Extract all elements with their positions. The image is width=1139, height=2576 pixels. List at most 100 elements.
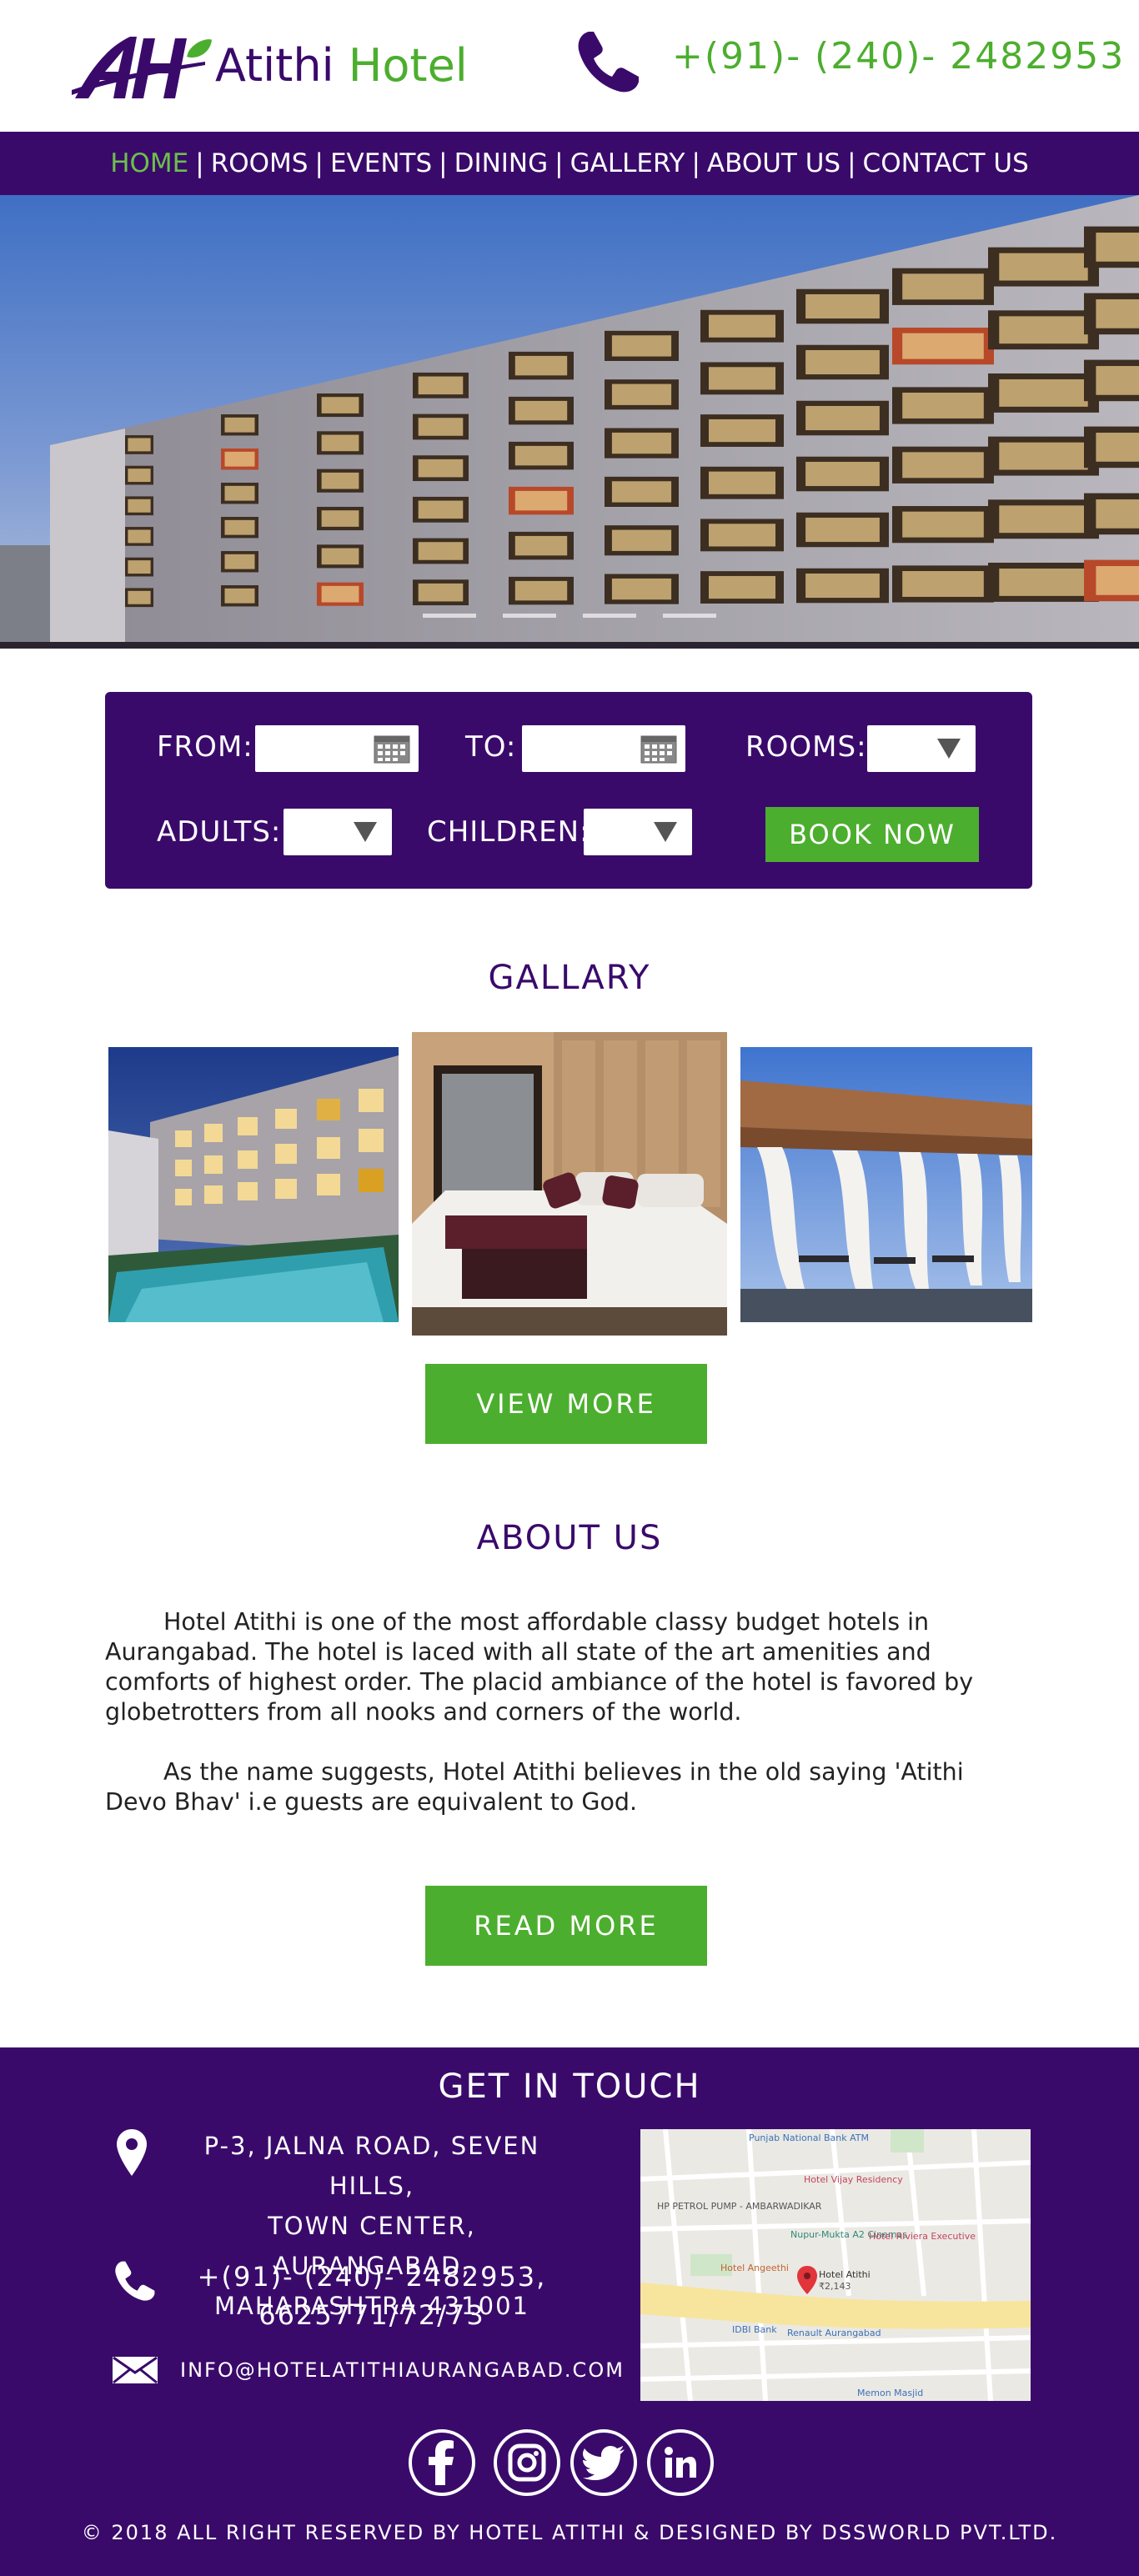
gallery-image-room[interactable] [412,1032,727,1336]
hero-window-light [128,560,151,574]
nav-gallery[interactable]: GALLERY [570,147,685,180]
nav-home[interactable]: HOME [110,147,188,180]
hero-window-light [611,383,672,405]
hero-window-light [224,451,255,467]
hero-window-light [321,585,359,603]
about-paragraph-1: Hotel Atithi is one of the most affordab… [105,1607,1032,1727]
hero-window-light [611,481,672,503]
book-now-button[interactable]: BOOK NOW [765,807,979,862]
to-date-input[interactable] [522,725,685,772]
hero-window-light [805,349,880,375]
linkedin-icon[interactable] [647,2429,714,2496]
hero-window-light [611,578,672,600]
header-phone-number[interactable]: +(91)- (240)- 2482953 [672,33,1125,80]
nav-events[interactable]: EVENTS [330,147,432,180]
map-picture: Punjab National Bank ATM Hotel Vijay Res… [640,2129,1031,2401]
hero-window-light [1096,566,1139,595]
hero-window-light [321,548,359,565]
nav-separator: | [314,148,324,178]
hero-window-light [999,253,1088,281]
hero-window-light [709,575,775,599]
gallery-image-pool[interactable] [108,1047,399,1322]
slider-dot[interactable] [503,614,556,618]
from-date-input[interactable] [255,725,419,772]
map-label-renault: Renault Aurangabad [787,2328,881,2338]
nav-separator: | [847,148,856,178]
location-map[interactable]: Punjab National Bank ATM Hotel Vijay Res… [640,2129,1031,2401]
hero-window-light [1096,433,1139,462]
twitter-icon[interactable] [570,2429,637,2496]
hero-window-light [999,379,1088,407]
mail-icon [113,2356,158,2384]
instagram-icon[interactable] [494,2429,560,2496]
header: Atithi Hotel +(91)- (240)- 2482953 [0,0,1139,132]
adults-select[interactable] [283,809,392,855]
hero-window-light [128,499,151,513]
gallery-heading: GALLARY [488,959,651,997]
hero-window-light [418,376,464,395]
hero-window-light [999,569,1088,596]
rooms-label: ROOMS: [745,730,867,764]
instagram-glyph [508,2443,546,2482]
map-label-atithi: Hotel Atithi [819,2269,871,2280]
hero-window-light [321,472,359,489]
footer: GET IN TOUCH P-3, JALNA ROAD, SEVEN HILL… [0,2047,1139,2576]
footer-email[interactable]: INFO@HOTELATITHIAURANGABAD.COM [180,2356,623,2384]
logo-text: Atithi Hotel [215,38,468,93]
map-label-memon: Memon Masjid [857,2388,923,2398]
map-label-angeethi: Hotel Angeethi [720,2263,789,2273]
hero-window-light [224,417,255,433]
linkedin-glyph [665,2447,696,2478]
hero-window-light [805,405,880,431]
footer-phone[interactable]: +(91)- (240)- 2482953, 6625771/72/73 [180,2258,564,2334]
hero-window-light [128,438,151,452]
about-heading: ABOUT US [476,1519,663,1557]
map-label-pnb: Punjab National Bank ATM [749,2132,869,2143]
slider-dot[interactable] [423,614,476,618]
map-label-price: ₹2,143 [819,2281,851,2292]
hero-window-light [128,529,151,544]
nav-dining[interactable]: DINING [454,147,549,180]
hero-window-light [321,434,359,452]
hero-window-light [418,500,464,519]
logo[interactable]: Atithi Hotel [72,32,468,100]
map-label-petrol: HP PETROL PUMP - AMBARWADIKAR [657,2201,822,2212]
rooms-select[interactable] [867,725,976,772]
hero-window-light [514,490,568,511]
about-paragraph-2: As the name suggests, Hotel Atithi belie… [105,1757,1032,1817]
hero-window-light [321,397,359,413]
booking-form: FROM: TO: ROOMS: ADULTS: CHILDREN: BOOK … [105,692,1032,889]
nav-about-us[interactable]: ABOUT US [707,147,840,180]
nav-contact-us[interactable]: CONTACT US [863,147,1029,180]
calendar-icon[interactable] [640,735,677,764]
slider-dot[interactable] [663,614,716,618]
hero-window-light [999,505,1088,534]
phone-line-1: +(91)- (240)- 2482953, [197,2261,547,2293]
hero-window-light [418,542,464,560]
hero-window-light [805,517,880,543]
hero-slider[interactable] [0,195,1139,649]
hero-window-light [321,510,359,527]
hero-window-light [805,293,880,319]
dropdown-arrow-icon [937,739,961,759]
slider-dot[interactable] [583,614,636,618]
nav-rooms[interactable]: ROOMS [211,147,309,180]
gallery-room-picture [412,1032,727,1336]
children-select[interactable] [584,809,692,855]
adults-label: ADULTS: [157,815,282,849]
hero-window-light [902,511,984,538]
gallery-image-terrace[interactable] [740,1047,1032,1322]
phone-icon [115,2261,155,2301]
read-more-button[interactable]: READ MORE [425,1886,707,1966]
twitter-glyph [583,2446,625,2480]
facebook-icon[interactable] [409,2429,475,2496]
hero-window-light [418,418,464,436]
calendar-icon[interactable] [374,735,410,764]
hero-window-light [611,335,672,357]
copyright-text: © 2018 ALL RIGHT RESERVED BY HOTEL ATITH… [81,2521,1058,2544]
hero-window-light [514,535,568,556]
main-navigation: HOME | ROOMS | EVENTS | DINING | GALLERY… [0,132,1139,195]
hero-window-light [128,469,151,483]
view-more-button[interactable]: VIEW MORE [425,1364,707,1444]
children-label: CHILDREN: [427,815,590,849]
